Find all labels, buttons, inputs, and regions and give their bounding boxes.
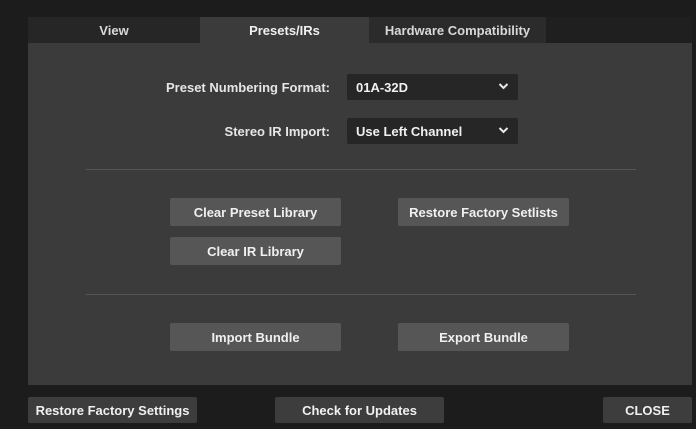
- restore-factory-setlists-button[interactable]: Restore Factory Setlists: [398, 198, 569, 226]
- stereo-ir-value: Use Left Channel: [356, 123, 463, 139]
- chevron-down-icon: [498, 127, 509, 134]
- stereo-ir-select[interactable]: Use Left Channel: [347, 118, 518, 144]
- chevron-down-icon: [498, 83, 509, 90]
- preset-numbering-select[interactable]: 01A-32D: [347, 74, 518, 100]
- close-button[interactable]: CLOSE: [603, 397, 692, 423]
- tab-hardware-compatibility[interactable]: Hardware Compatibility: [369, 17, 546, 43]
- tab-bar: View Presets/IRs Hardware Compatibility: [28, 17, 692, 43]
- export-bundle-button[interactable]: Export Bundle: [398, 323, 569, 351]
- divider: [86, 169, 636, 170]
- stereo-ir-label: Stereo IR Import:: [224, 124, 330, 139]
- tab-view[interactable]: View: [28, 17, 200, 43]
- preset-numbering-value: 01A-32D: [356, 79, 409, 95]
- tab-presets-irs[interactable]: Presets/IRs: [200, 17, 369, 43]
- presets-irs-panel: Preset Numbering Format: 01A-32D Stereo …: [28, 43, 692, 385]
- restore-factory-settings-button[interactable]: Restore Factory Settings: [28, 397, 197, 423]
- divider: [86, 294, 636, 295]
- check-for-updates-button[interactable]: Check for Updates: [275, 397, 444, 423]
- import-bundle-button[interactable]: Import Bundle: [170, 323, 341, 351]
- clear-preset-library-button[interactable]: Clear Preset Library: [170, 198, 341, 226]
- clear-ir-library-button[interactable]: Clear IR Library: [170, 237, 341, 265]
- preset-numbering-label: Preset Numbering Format:: [166, 80, 330, 95]
